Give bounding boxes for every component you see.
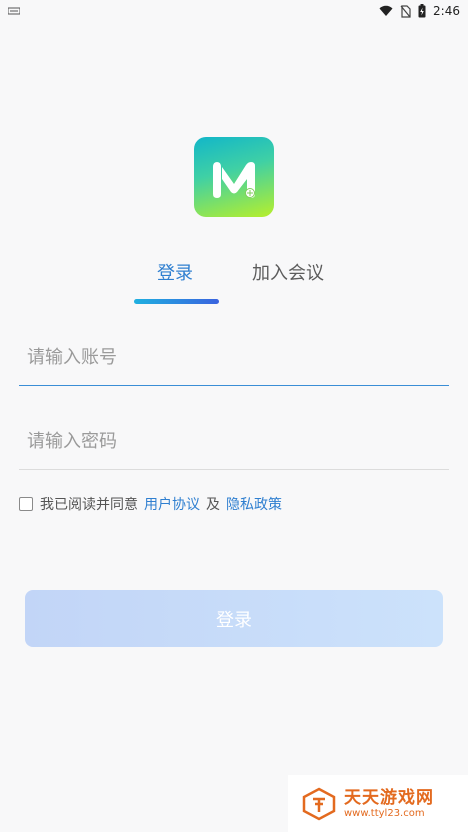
app-logo: [194, 137, 274, 217]
tab-login[interactable]: 登录: [157, 262, 193, 286]
status-time: 2:46: [433, 4, 460, 18]
watermark-text: 天天游戏网 www.ttyl23.com: [344, 788, 434, 820]
watermark-logo-icon: [302, 787, 336, 820]
watermark-url: www.ttyl23.com: [344, 807, 425, 819]
agreement-conjunction: 及: [206, 497, 220, 513]
account-input[interactable]: [19, 330, 449, 385]
login-button[interactable]: 登录: [25, 590, 443, 647]
status-right: 2:46: [379, 4, 460, 18]
login-screen: 2:46 登录 加入会议 我已阅读并同意 用户协议 及 隐私政策 登录: [0, 0, 468, 832]
watermark: 天天游戏网 www.ttyl23.com: [288, 775, 468, 832]
password-field-container: [19, 414, 449, 470]
status-left: [8, 7, 20, 15]
tab-join-meeting[interactable]: 加入会议: [252, 262, 324, 286]
battery-charging-icon: [418, 4, 426, 18]
no-sim-icon: [400, 4, 411, 18]
app-logo-icon: [213, 162, 255, 198]
agreement-checkbox[interactable]: [19, 497, 33, 511]
wifi-icon: [379, 5, 393, 17]
privacy-policy-link[interactable]: 隐私政策: [226, 494, 282, 514]
tab-indicator: [134, 299, 219, 304]
status-bar: 2:46: [0, 0, 468, 22]
agreement-prefix: 我已阅读并同意: [40, 497, 138, 513]
watermark-title: 天天游戏网: [344, 787, 434, 808]
agreement-row: 我已阅读并同意 用户协议 及 隐私政策: [19, 494, 288, 514]
password-input[interactable]: [19, 414, 449, 469]
notification-icon: [8, 7, 20, 15]
account-field-container: [19, 330, 449, 386]
user-agreement-link[interactable]: 用户协议: [144, 494, 200, 514]
